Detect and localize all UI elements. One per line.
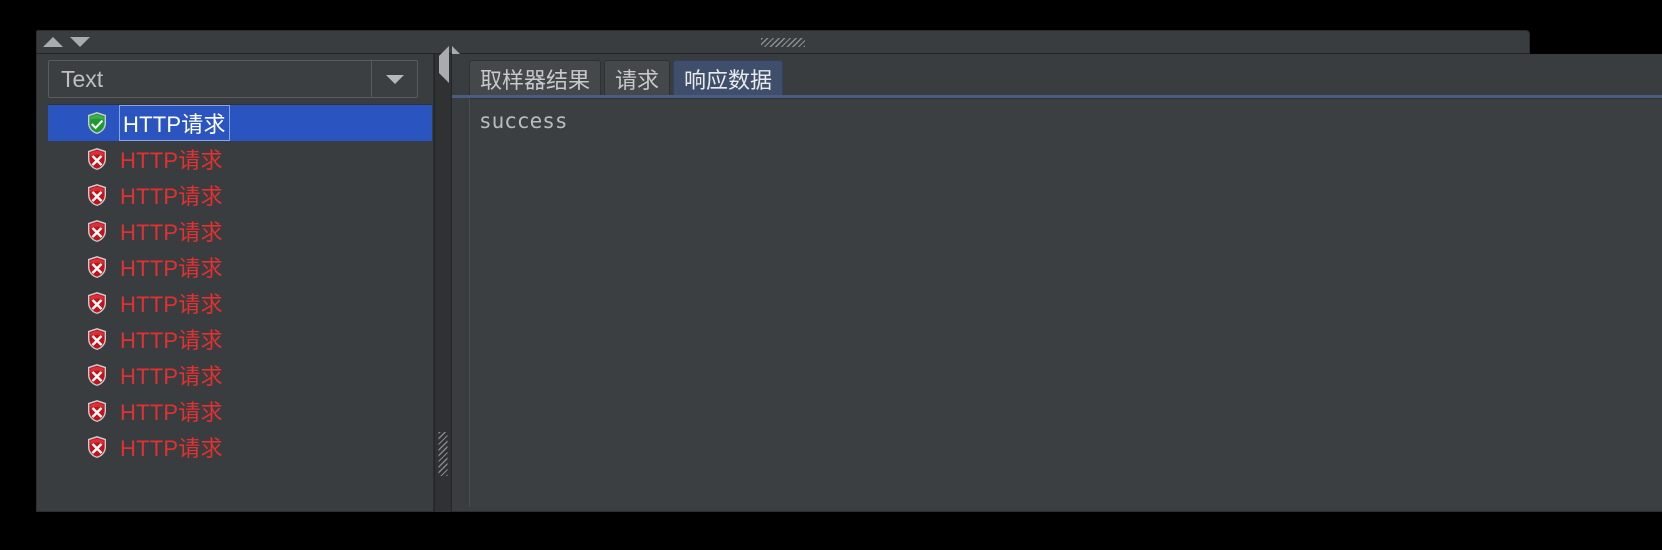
result-row[interactable]: HTTP请求 — [48, 357, 432, 393]
vertical-splitter-grip-icon[interactable] — [438, 432, 448, 476]
result-row[interactable]: HTTP请求 — [48, 249, 432, 285]
collapse-down-icon[interactable] — [70, 37, 90, 47]
result-row-label: HTTP请求 — [120, 292, 223, 317]
result-row-label: HTTP请求 — [120, 436, 223, 461]
result-row-label: HTTP请求 — [120, 256, 223, 281]
result-row[interactable]: HTTP请求 — [48, 429, 432, 465]
view-selector-dropdown-button[interactable] — [371, 61, 417, 97]
view-selector-value[interactable]: Text — [49, 61, 371, 97]
result-row-label: HTTP请求 — [119, 105, 230, 141]
error-shield-icon — [88, 400, 106, 422]
tab-label: 响应数据 — [684, 67, 773, 93]
result-row[interactable]: HTTP请求 — [48, 321, 432, 357]
result-row[interactable]: HTTP请求 — [48, 285, 432, 321]
error-shield-icon — [88, 436, 106, 458]
vertical-splitter-bar[interactable] — [434, 46, 462, 512]
result-row[interactable]: HTTP请求 — [48, 393, 432, 429]
error-shield-icon — [88, 220, 106, 242]
result-row-label: HTTP请求 — [120, 148, 223, 173]
result-row-label: HTTP请求 — [120, 220, 223, 245]
sampler-detail-panel: 取样器结果 请求 响应数据 success — [452, 54, 1662, 512]
error-shield-icon — [88, 328, 106, 350]
tab-label: 请求 — [615, 67, 660, 93]
error-shield-icon — [88, 292, 106, 314]
error-shield-icon — [88, 148, 106, 170]
detail-tab-bar[interactable]: 取样器结果 请求 响应数据 — [452, 54, 1662, 96]
error-shield-icon — [88, 184, 106, 206]
chevron-down-icon[interactable] — [385, 74, 404, 84]
response-data-view[interactable]: success — [469, 98, 1662, 507]
jmeter-results-view: Text HTTP请求 HTTP请求 HTTP请求 HTTP请求 HTTP请求 HTTP请… — [0, 0, 1662, 550]
horizontal-splitter-bar[interactable] — [36, 30, 1530, 54]
result-row[interactable]: HTTP请求 — [48, 177, 432, 213]
result-row-label: HTTP请求 — [120, 364, 223, 389]
horizontal-splitter-grip-icon[interactable] — [761, 38, 805, 47]
view-selector-combobox[interactable]: Text — [48, 60, 418, 98]
error-shield-icon — [88, 256, 106, 278]
result-row-label: HTTP请求 — [120, 400, 223, 425]
splitter-collapse-arrows[interactable] — [43, 32, 90, 52]
result-row-label: HTTP请求 — [120, 184, 223, 209]
tab-2[interactable]: 响应数据 — [673, 60, 784, 96]
tab-1[interactable]: 请求 — [604, 60, 671, 96]
sampler-result-list[interactable]: HTTP请求 HTTP请求 HTTP请求 HTTP请求 HTTP请求 HTTP请求 HTTP… — [48, 104, 432, 505]
result-row[interactable]: HTTP请求 — [48, 213, 432, 249]
results-tree-panel: Text HTTP请求 HTTP请求 HTTP请求 HTTP请求 HTTP请求 HTTP请… — [36, 54, 434, 512]
collapse-up-icon[interactable] — [43, 37, 63, 47]
result-row[interactable]: HTTP请求 — [48, 105, 432, 141]
success-shield-icon — [88, 112, 106, 134]
response-body-text: success — [479, 109, 568, 133]
error-shield-icon — [88, 364, 106, 386]
result-row[interactable]: HTTP请求 — [48, 141, 432, 177]
vertical-splitter-collapse-arrows[interactable] — [436, 46, 462, 83]
results-body: Text HTTP请求 HTTP请求 HTTP请求 HTTP请求 HTTP请求 HTTP请… — [36, 46, 1662, 512]
collapse-left-icon[interactable] — [439, 46, 449, 83]
tab-label: 取样器结果 — [480, 67, 591, 93]
tab-0[interactable]: 取样器结果 — [469, 60, 602, 96]
result-row-label: HTTP请求 — [120, 328, 223, 353]
